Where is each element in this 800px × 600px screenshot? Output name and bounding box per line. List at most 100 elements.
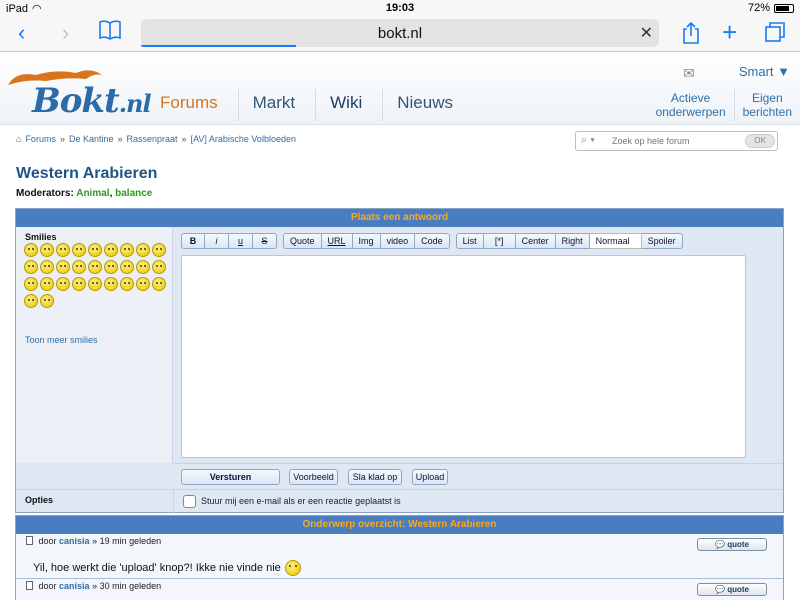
spoiler-button[interactable]: Spoiler	[641, 233, 683, 249]
nav-forums[interactable]: Forums	[146, 89, 239, 121]
search-icon[interactable]: ⌕ ▾	[581, 134, 595, 147]
smiley-icon[interactable]	[72, 277, 86, 291]
battery-icon	[774, 3, 794, 13]
strike-button[interactable]: S	[253, 233, 277, 249]
smilies-grid	[24, 243, 166, 308]
breadcrumb-kantine[interactable]: De Kantine	[69, 134, 114, 144]
smiley-icon[interactable]	[40, 243, 54, 257]
smiley-icon[interactable]	[120, 277, 134, 291]
list-item-button[interactable]: [*]	[483, 233, 516, 249]
ios-status-bar: iPad ◠ 19:03 72%	[0, 0, 800, 16]
smiley-icon[interactable]	[72, 243, 86, 257]
smiley-icon[interactable]	[152, 243, 166, 257]
smiley-icon[interactable]	[104, 243, 118, 257]
share-icon[interactable]	[681, 21, 701, 51]
home-icon[interactable]: ⌂	[16, 134, 21, 144]
message-textarea[interactable]	[181, 255, 746, 458]
post-meta: door canisia » 30 min geleden	[26, 581, 161, 591]
nav-nieuws[interactable]: Nieuws	[383, 89, 473, 121]
smiley-icon[interactable]	[104, 260, 118, 274]
smiley-icon[interactable]	[152, 260, 166, 274]
smiley-icon[interactable]	[152, 277, 166, 291]
smiley-icon[interactable]	[136, 243, 150, 257]
topic-overview: Onderwerp overzicht: Western Arabieren d…	[15, 515, 784, 600]
video-button[interactable]: video	[380, 233, 416, 249]
notify-checkbox[interactable]	[183, 495, 196, 508]
italic-button[interactable]: i	[205, 233, 229, 249]
back-icon[interactable]: ‹	[18, 20, 25, 46]
smiley-icon[interactable]	[24, 277, 38, 291]
site-header: Bokt.nl ✉ Smart ▼ Forums Markt Wiki Nieu…	[0, 53, 800, 125]
smiley-icon[interactable]	[88, 277, 102, 291]
breadcrumb-current[interactable]: [AV] Arabische Volbloeden	[191, 134, 296, 144]
smiley-icon[interactable]	[24, 294, 38, 308]
moderators: Moderators: Animal, balance	[16, 188, 153, 199]
nav-actieve-onderwerpen[interactable]: Actieve onderwerpen	[648, 89, 735, 121]
search-ok-button[interactable]: OK	[745, 134, 775, 148]
smiley-icon[interactable]	[88, 243, 102, 257]
quote-button[interactable]: 💬 quote	[697, 538, 767, 551]
smiley-icon[interactable]	[24, 260, 38, 274]
send-button[interactable]: Versturen	[181, 469, 280, 485]
code-button[interactable]: Code	[415, 233, 450, 249]
address-bar[interactable]: bokt.nl ✕	[141, 19, 659, 47]
forward-icon[interactable]: ›	[62, 20, 69, 46]
smiley-icon[interactable]	[136, 260, 150, 274]
smiley-icon[interactable]	[40, 294, 54, 308]
main-nav: Forums Markt Wiki Nieuws	[146, 89, 473, 121]
breadcrumb: ⌂ Forums » De Kantine » Rassenpraat » [A…	[16, 134, 296, 144]
preview-button[interactable]: Voorbeeld	[289, 469, 338, 485]
moderator-link[interactable]: balance	[115, 188, 152, 199]
page-title: Western Arabieren	[16, 165, 158, 182]
forum-search: ⌕ ▾ OK	[575, 131, 778, 151]
size-select[interactable]: Normaal	[589, 233, 642, 249]
smart-menu[interactable]: Smart ▼	[739, 64, 790, 79]
bold-button[interactable]: B	[181, 233, 205, 249]
close-icon[interactable]: ✕	[640, 23, 653, 43]
search-input[interactable]	[612, 133, 742, 149]
quote-label: quote	[727, 540, 749, 549]
nav-markt[interactable]: Markt	[239, 89, 317, 121]
smiley-icon[interactable]	[120, 243, 134, 257]
bokt-logo[interactable]: Bokt.nl	[6, 67, 152, 121]
post-author[interactable]: canisia	[59, 581, 90, 591]
list-button[interactable]: List	[455, 233, 484, 249]
breadcrumb-forums[interactable]: Forums	[25, 134, 56, 144]
smiley-icon[interactable]	[88, 260, 102, 274]
center-button[interactable]: Center	[515, 233, 556, 249]
nav-eigen-berichten[interactable]: Eigen berichten	[735, 89, 800, 121]
save-draft-button[interactable]: Sla klad op	[348, 469, 402, 485]
smiley-icon[interactable]	[72, 260, 86, 274]
smiley-icon[interactable]	[40, 277, 54, 291]
smiley-icon[interactable]	[56, 277, 70, 291]
smiley-icon[interactable]	[24, 243, 38, 257]
more-smilies-link[interactable]: Toon meer smilies	[25, 335, 98, 345]
img-button[interactable]: Img	[352, 233, 381, 249]
smiley-icon[interactable]	[56, 260, 70, 274]
smiley-icon[interactable]	[104, 277, 118, 291]
breadcrumb-rassenpraat[interactable]: Rassenpraat	[127, 134, 178, 144]
load-progress-bar	[141, 45, 297, 47]
logo-text: Bokt	[32, 81, 120, 121]
smiley-icon[interactable]	[120, 260, 134, 274]
upload-button[interactable]: Upload	[412, 469, 448, 485]
editor: B i u S Quote URL Img video Code List [*…	[173, 227, 783, 463]
tabs-icon[interactable]	[764, 21, 786, 49]
mail-icon[interactable]: ✉	[683, 65, 695, 82]
smiley-icon[interactable]	[56, 243, 70, 257]
post-author[interactable]: canisia	[59, 536, 90, 546]
url-button[interactable]: URL	[321, 233, 353, 249]
bookmarks-icon[interactable]	[98, 19, 122, 47]
smiley-icon[interactable]	[136, 277, 150, 291]
moderator-link[interactable]: Animal	[76, 188, 109, 199]
quote-button[interactable]: 💬 quote	[697, 583, 767, 596]
nav-eigen-line2: berichten	[742, 105, 792, 119]
underline-button[interactable]: u	[229, 233, 253, 249]
quote-tag-button[interactable]: Quote	[283, 233, 322, 249]
smiley-icon[interactable]	[40, 260, 54, 274]
smilies-panel: Smilies Toon meer smilies	[16, 227, 173, 463]
nav-wiki[interactable]: Wiki	[316, 89, 384, 121]
new-tab-icon[interactable]: +	[722, 17, 737, 48]
bbcode-toolbar: B i u S Quote URL Img video Code List [*…	[181, 233, 683, 249]
right-button[interactable]: Right	[555, 233, 590, 249]
